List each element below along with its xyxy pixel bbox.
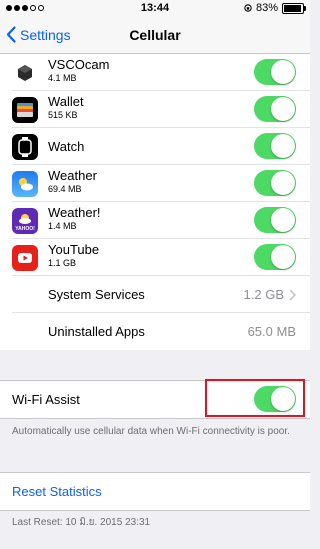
reset-group: Reset Statistics: [0, 472, 310, 511]
uninstalled-apps-label: Uninstalled Apps: [48, 324, 145, 339]
battery-icon: [282, 2, 306, 14]
youtube-icon: [12, 245, 38, 271]
app-row-weather: Weather 69.4 MB: [0, 165, 310, 202]
wallet-icon: [12, 97, 38, 123]
app-name: Weather!: [48, 205, 101, 220]
uninstalled-apps-row: Uninstalled Apps 65.0 MB: [0, 313, 310, 350]
last-reset-text: Last Reset: 10 มิ.ย. 2015 23:31: [12, 517, 151, 528]
battery-percent: 83%: [255, 2, 278, 14]
cellular-toggle-yahoo-weather[interactable]: [254, 207, 296, 233]
status-bar: 13:44 83%: [0, 0, 310, 18]
vscocam-icon: [12, 60, 38, 86]
cellular-toggle-wallet[interactable]: [254, 96, 296, 122]
app-row-youtube: YouTube 1.1 GB: [0, 239, 310, 276]
weather-icon: [12, 171, 38, 197]
rotation-lock-icon: [244, 4, 252, 12]
app-row-yahoo-weather: YAHOO! Weather! 1.4 MB: [0, 202, 310, 239]
app-row-vscocam: VSCOcam 4.1 MB: [0, 54, 310, 91]
app-size: 515 KB: [48, 110, 78, 120]
app-size: 1.4 MB: [48, 221, 77, 231]
app-name: VSCOcam: [48, 57, 110, 72]
highlight-box: [205, 379, 305, 417]
cellular-toggle-youtube[interactable]: [254, 244, 296, 270]
chevron-right-icon: [289, 289, 296, 301]
app-size: 1.1 GB: [48, 258, 77, 268]
uninstalled-apps-value: 65.0 MB: [247, 324, 296, 339]
navigation-bar: Settings Cellular: [0, 18, 310, 54]
page-title: Cellular: [129, 27, 181, 43]
app-name: Watch: [48, 139, 85, 154]
wifi-assist-label: Wi-Fi Assist: [12, 392, 80, 407]
system-services-row[interactable]: System Services 1.2 GB: [0, 276, 310, 313]
cellular-toggle-vscocam[interactable]: [254, 59, 296, 85]
yahoo-badge: YAHOO!: [15, 226, 35, 232]
cellular-toggle-watch[interactable]: [254, 133, 296, 159]
app-name: Weather: [48, 168, 97, 183]
wifi-assist-description: Automatically use cellular data when Wi-…: [12, 426, 290, 437]
app-name: YouTube: [48, 242, 100, 257]
app-name: Wallet: [48, 94, 84, 109]
app-cellular-list: VSCOcam 4.1 MB Wallet 515 KB Watch Weath…: [0, 54, 310, 350]
system-services-value: 1.2 GB: [243, 287, 284, 302]
reset-statistics-button[interactable]: Reset Statistics: [0, 473, 310, 510]
system-services-label: System Services: [48, 287, 145, 302]
cellular-toggle-weather[interactable]: [254, 170, 296, 196]
app-size: 69.4 MB: [48, 184, 82, 194]
reset-statistics-label: Reset Statistics: [12, 484, 102, 499]
watch-icon: [12, 134, 38, 160]
app-row-wallet: Wallet 515 KB: [0, 91, 310, 128]
app-size: 4.1 MB: [48, 73, 77, 83]
app-row-watch: Watch: [0, 128, 310, 165]
yahoo-weather-icon: YAHOO!: [12, 208, 38, 234]
